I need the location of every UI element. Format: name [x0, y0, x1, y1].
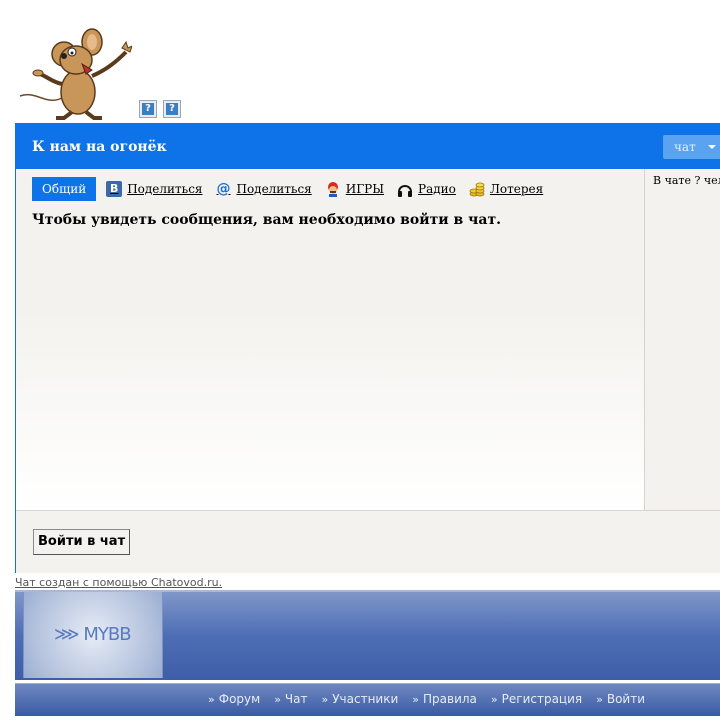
coins-icon [469, 182, 485, 197]
nav-links: » Форум» Чат» Участники» Правила» Регистрация… [208, 692, 659, 707]
forum-banner: ⋙ MYBB [15, 590, 720, 680]
raquo-icon: » [274, 693, 281, 706]
raquo-icon: » [321, 693, 329, 706]
chevron-down-icon [708, 145, 716, 149]
vk-icon: В [106, 181, 123, 197]
chatovod-credit-link[interactable]: Чат создан с помощью Chatovod.ru. [15, 577, 222, 589]
chat-widget: К нам на огонёк чат Общий В Поделиться @… [15, 123, 720, 573]
nav-link-label: Форум [218, 692, 261, 706]
help-icon: ? [166, 103, 178, 115]
chat-title: К нам на огонёк [32, 139, 167, 155]
nav-link-1[interactable]: » Чат [274, 692, 307, 707]
nav-link-5[interactable]: » Войти [596, 692, 645, 707]
chat-dropdown[interactable]: чат [663, 135, 720, 159]
nav-link-label: Участники [332, 692, 399, 706]
nav-link-label: Чат [284, 692, 308, 706]
tab-label: Радио [418, 182, 456, 196]
login-chat-button[interactable]: Войти в чат [33, 529, 131, 555]
raquo-icon: » [490, 693, 498, 706]
nav-link-label: Правила [423, 692, 477, 706]
mybb-logo[interactable]: ⋙ MYBB [23, 592, 163, 678]
tab-games[interactable]: ИГРЫ [325, 181, 384, 197]
raquo-icon: » [596, 693, 603, 706]
tab-general[interactable]: Общий [32, 177, 97, 201]
nav-link-label: Войти [606, 692, 646, 706]
headphones-icon [398, 185, 413, 197]
tab-label: ИГРЫ [345, 182, 385, 196]
raquo-icon: » [208, 693, 215, 706]
help-button-2[interactable]: ? [163, 100, 181, 118]
nav-link-3[interactable]: » Правила [412, 692, 477, 707]
chat-footer: Войти в чат [16, 510, 720, 573]
tab-label: Поделиться [127, 182, 203, 196]
online-count-text: В чате ? чел [653, 174, 720, 187]
mybb-logo-text: ⋙ MYBB [54, 624, 132, 645]
tab-share-mail[interactable]: @ Поделиться [215, 181, 311, 197]
chat-tabs: Общий В Поделиться @ Поделиться ИГРЫ Рад… [32, 177, 556, 201]
mario-icon [327, 182, 338, 197]
help-button-1[interactable]: ? [139, 100, 157, 118]
help-icon: ? [142, 103, 154, 115]
tab-lottery[interactable]: Лотерея [469, 181, 543, 197]
message-area: Общий В Поделиться @ Поделиться ИГРЫ Рад… [16, 169, 645, 510]
forum-navbar: » Форум» Чат» Участники» Правила» Регистрация… [15, 683, 720, 716]
raquo-icon: » [412, 693, 420, 706]
mail-at-icon: @ [216, 181, 231, 197]
nav-link-2[interactable]: » Участники [322, 692, 399, 707]
chat-dropdown-label: чат [674, 140, 696, 154]
nav-link-0[interactable]: » Форум [208, 692, 260, 707]
nav-link-label: Регистрация [501, 692, 583, 706]
mouse-mascot-image [19, 28, 132, 120]
tab-radio[interactable]: Радио [397, 181, 456, 197]
tab-label: Лотерея [489, 182, 544, 196]
nav-link-4[interactable]: » Регистрация [491, 692, 582, 707]
login-required-notice: Чтобы увидеть сообщения, вам необходимо … [32, 212, 502, 228]
chat-header: К нам на огонёк чат [16, 124, 720, 169]
tab-label: Поделиться [236, 182, 312, 196]
tab-share-vk[interactable]: В Поделиться [106, 181, 202, 197]
